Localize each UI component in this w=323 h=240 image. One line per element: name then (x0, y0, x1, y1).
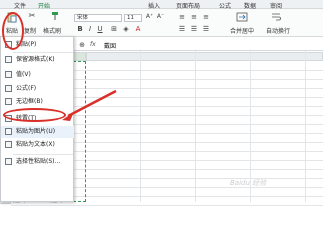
merge-center-label[interactable]: 合并居中 (230, 26, 254, 35)
menu-item-label: 值(V) (16, 71, 31, 78)
formula-icon (5, 85, 12, 92)
gridline (140, 51, 141, 202)
menu-item-label: 无边框(B) (16, 98, 43, 105)
italic-icon[interactable]: I (86, 24, 94, 33)
annotation-circle-paste-as-picture (3, 108, 66, 122)
watermark: Baidu 经验 (230, 179, 267, 187)
fill-color-icon[interactable]: ◈ (122, 24, 130, 33)
annotation-arrow (62, 89, 117, 121)
underline-icon[interactable]: U (96, 24, 104, 33)
bold-icon[interactable]: B (76, 24, 84, 33)
align-bottom-icon[interactable]: ≡ (202, 12, 210, 21)
annotation-circle-paste-button (2, 12, 24, 50)
wrap-text-icon[interactable] (270, 11, 282, 23)
text-icon (5, 141, 12, 148)
increase-font-icon[interactable]: A⁺ (145, 12, 154, 21)
fx-label[interactable]: fx (90, 41, 96, 48)
paste-special-icon (5, 158, 12, 165)
formula-bar-value[interactable]: 戴囡 (104, 41, 116, 50)
merge-center-icon[interactable] (236, 11, 248, 23)
menu-item-values[interactable]: 值(V) (1, 69, 74, 81)
font-color-icon[interactable]: A (134, 24, 142, 33)
menu-item-label: 粘贴为图片(U) (16, 128, 56, 135)
menu-item-paste-as-text[interactable]: 粘贴为文本(X) (1, 139, 74, 151)
menu-item-paste-special[interactable]: 选择性粘贴(S)... (1, 156, 74, 168)
align-left-icon[interactable]: ☰ (178, 24, 186, 33)
align-top-icon[interactable]: ≡ (178, 12, 186, 21)
divider (13, 52, 73, 53)
divider (13, 154, 73, 155)
menu-item-paste-as-picture[interactable]: 粘贴为图片(U) (1, 126, 74, 138)
zoom-icon[interactable]: ⊕ (78, 40, 86, 49)
menu-item-label: 公式(F) (16, 85, 37, 92)
font-size-field[interactable]: 11 (124, 14, 142, 22)
keep-format-icon (5, 56, 12, 63)
align-right-icon[interactable]: ☰ (202, 24, 210, 33)
ribbon-toolbar: 粘贴 ✂ 复制 格式刷 宋体 11 A⁺ A⁻ B I U ⊞ ◈ A ≡ ≡ … (0, 9, 323, 37)
menu-bar: 文件 开始 插入 页面布局 公式 数据 审阅 (0, 0, 323, 10)
column-header-rest (86, 52, 323, 61)
format-painter-label[interactable]: 格式刷 (43, 26, 61, 35)
gridline (195, 51, 196, 202)
values-icon (5, 71, 12, 78)
font-name-field[interactable]: 宋体 (74, 14, 122, 22)
menu-item-label: 粘贴为文本(X) (16, 141, 55, 148)
menu-item-label: 选择性粘贴(S)... (16, 158, 61, 165)
picture-icon (5, 128, 12, 135)
cut-icon[interactable]: ✂ (27, 11, 37, 21)
wrap-text-label[interactable]: 自动换行 (266, 26, 290, 35)
align-center-icon[interactable]: ☰ (190, 24, 198, 33)
gridline (305, 51, 306, 202)
no-border-icon (5, 98, 12, 105)
border-icon[interactable]: ⊞ (110, 24, 118, 33)
gridline (11, 205, 323, 206)
format-painter-icon[interactable] (50, 11, 60, 21)
copy-button-label[interactable]: 复制 (24, 26, 36, 35)
menu-item-keep-source-format[interactable]: 保留源格式(K) (1, 54, 74, 66)
align-middle-icon[interactable]: ≡ (190, 12, 198, 21)
decrease-font-icon[interactable]: A⁻ (156, 12, 165, 21)
menu-item-label: 保留源格式(K) (16, 56, 55, 63)
